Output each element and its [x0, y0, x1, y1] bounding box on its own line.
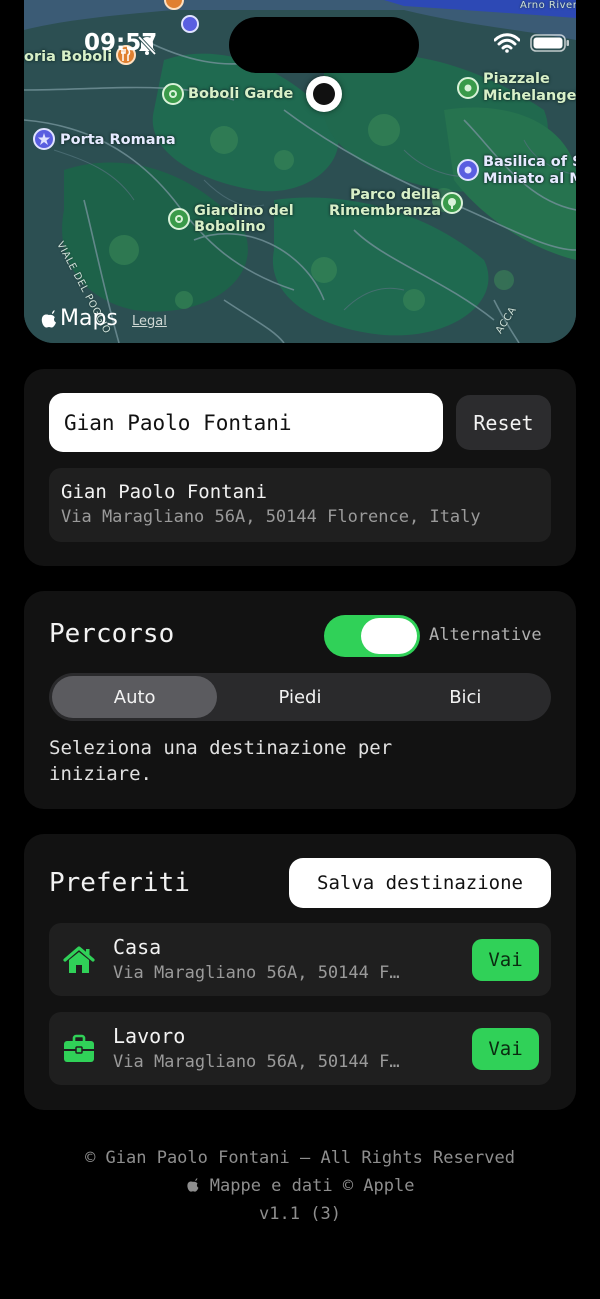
piazzale-label-2: Michelangel	[483, 88, 576, 104]
user-location-marker[interactable]	[306, 76, 342, 112]
porta-romana-icon[interactable]	[33, 128, 55, 150]
apple-logo-icon	[186, 1178, 198, 1192]
legal-link[interactable]: Legal	[132, 314, 167, 329]
toggle-label: Alternative	[429, 625, 542, 645]
briefcase-icon	[64, 1034, 94, 1062]
copyright-text: © Gian Paolo Fontani — All Rights Reserv…	[85, 1148, 515, 1168]
favorites-title: Preferiti	[49, 868, 190, 898]
apple-logo-icon	[41, 309, 56, 328]
mode-auto[interactable]: Auto	[52, 676, 218, 718]
giardino-bobolino-icon[interactable]	[168, 208, 190, 230]
battery-icon	[530, 34, 569, 52]
porta-romana-label: Porta Romana	[60, 132, 176, 148]
route-title: Percorso	[49, 619, 175, 649]
house-icon	[63, 946, 95, 973]
giardino-label-2: Bobolino	[194, 219, 266, 235]
transport-mode-segment: Auto Piedi Bici	[49, 673, 551, 721]
basilica-label-1: Basilica of S	[483, 154, 576, 170]
version-text: v1.1 (3)	[259, 1204, 341, 1224]
go-button-lavoro[interactable]: Vai	[472, 1028, 539, 1070]
save-destination-button[interactable]: Salva destinazione	[289, 858, 551, 908]
dynamic-island	[229, 17, 419, 73]
toggle-knob	[361, 618, 417, 654]
favorite-item-casa[interactable]: Casa Via Maragliano 56A, 50144 F… Vai	[49, 923, 551, 996]
map-view[interactable]: Arno River VIALE DEL POGGIO ACCA oria Bo…	[24, 0, 576, 343]
poi-museum-icon[interactable]	[181, 15, 199, 33]
giardino-label-1: Giardino del	[194, 203, 294, 219]
mode-bici[interactable]: Bici	[383, 676, 548, 718]
favorite-name: Lavoro	[113, 1024, 186, 1048]
wifi-icon	[494, 33, 520, 53]
boboli-garden-icon[interactable]	[162, 83, 184, 105]
alternative-toggle[interactable]	[324, 615, 420, 657]
parco-label-1: Parco della	[350, 187, 441, 203]
route-message: Seleziona una destinazione per iniziare.	[49, 737, 393, 785]
footer: © Gian Paolo Fontani — All Rights Reserv…	[0, 1144, 600, 1228]
piazzale-label-1: Piazzale	[483, 71, 550, 87]
favorite-item-lavoro[interactable]: Lavoro Via Maragliano 56A, 50144 F… Vai	[49, 1012, 551, 1085]
favorite-address: Via Maragliano 56A, 50144 F…	[113, 1052, 400, 1072]
maps-brand-label: Maps	[60, 306, 118, 331]
bell-slash-icon	[136, 34, 158, 60]
basilica-icon[interactable]	[457, 159, 479, 181]
result-name: Gian Paolo Fontani	[61, 481, 267, 503]
go-button-casa[interactable]: Vai	[472, 939, 539, 981]
basilica-label-2: Miniato al M	[483, 171, 576, 187]
boboli-label: Boboli Garde	[188, 86, 294, 102]
search-input[interactable]	[49, 393, 443, 452]
reset-button[interactable]: Reset	[456, 395, 551, 450]
search-card: Reset Gian Paolo Fontani Via Maragliano …	[24, 369, 576, 566]
favorites-card: Preferiti Salva destinazione Casa Via Ma…	[24, 834, 576, 1110]
maps-credit-text: Mappe e dati © Apple	[209, 1176, 415, 1196]
search-result-item[interactable]: Gian Paolo Fontani Via Maragliano 56A, 5…	[49, 468, 551, 542]
favorite-name: Casa	[113, 935, 162, 959]
route-card: Percorso Alternative Auto Piedi Bici Sel…	[24, 591, 576, 809]
result-address: Via Maragliano 56A, 50144 Florence, Ital…	[61, 507, 481, 527]
mode-piedi[interactable]: Piedi	[217, 676, 382, 718]
arno-river-label: Arno River	[520, 0, 576, 11]
favorite-address: Via Maragliano 56A, 50144 F…	[113, 963, 400, 983]
parco-label-2: Rimembranza	[329, 203, 442, 219]
piazzale-icon[interactable]	[457, 77, 479, 99]
tree-park-icon[interactable]	[441, 192, 463, 214]
